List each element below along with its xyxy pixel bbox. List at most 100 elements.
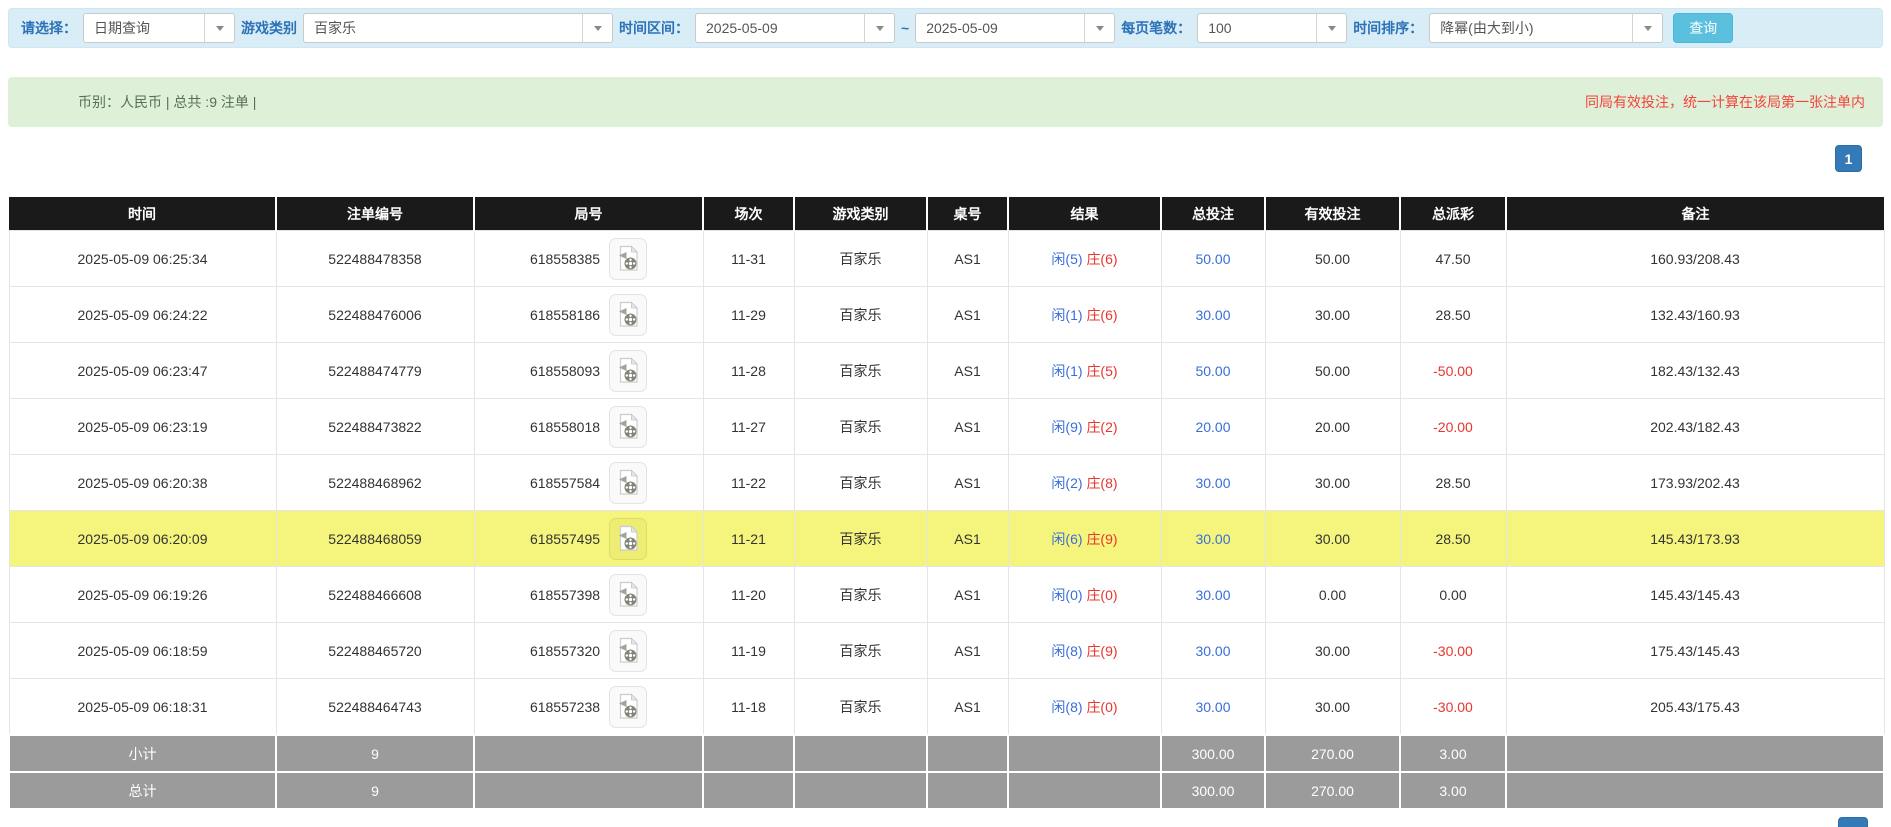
per-page-dropdown-button[interactable] [1316, 14, 1346, 42]
total-bet-link[interactable]: 20.00 [1195, 419, 1230, 435]
bet-id-cell: 522488474779 [276, 343, 474, 399]
result-player: 闲(1) [1051, 307, 1082, 323]
date-from-value[interactable]: 2025-05-09 [696, 14, 864, 42]
result-banker: 庄(0) [1086, 699, 1117, 715]
video-replay-icon[interactable] [609, 686, 647, 728]
video-replay-icon[interactable] [609, 574, 647, 616]
video-replay-icon[interactable] [609, 238, 647, 280]
filter-select-label: 请选择： [21, 18, 77, 38]
total-bet-link[interactable]: 50.00 [1195, 251, 1230, 267]
column-header-payout: 总派彩 [1400, 197, 1506, 231]
summary-alert-bar: 币别：人民币 | 总共 :9 注单 | 同局有效投注，统一计算在该局第一张注单内 [8, 77, 1883, 127]
page-1-button-bottom[interactable]: 1 [1838, 817, 1868, 827]
result-cell: 闲(8) 庄(0) [1008, 679, 1161, 736]
table-row: 2025-05-09 06:20:09522488468059618557495… [9, 511, 1884, 567]
time-cell: 2025-05-09 06:24:22 [9, 287, 276, 343]
chevron-down-icon [594, 26, 602, 31]
query-type-dropdown-button[interactable] [204, 14, 234, 42]
per-page-label: 每页笔数： [1121, 18, 1191, 38]
game-type-cell: 百家乐 [794, 679, 927, 736]
remark-cell: 202.43/182.43 [1506, 399, 1884, 455]
payout-cell: 47.50 [1400, 231, 1506, 287]
valid-bet-cell: 50.00 [1265, 231, 1400, 287]
round-cell: 618557320 [474, 623, 703, 679]
time-cell: 2025-05-09 06:23:19 [9, 399, 276, 455]
video-replay-icon[interactable] [609, 406, 647, 448]
bet-id-cell: 522488466608 [276, 567, 474, 623]
table-no-cell: AS1 [927, 287, 1008, 343]
search-button[interactable]: 查询 [1673, 13, 1733, 43]
total-total-bet: 300.00 [1161, 772, 1265, 809]
remark-cell: 182.43/132.43 [1506, 343, 1884, 399]
round-number: 618557238 [530, 699, 600, 715]
game-type-cell: 百家乐 [794, 399, 927, 455]
total-bet-cell: 50.00 [1161, 343, 1265, 399]
valid-bet-cell: 30.00 [1265, 287, 1400, 343]
table-no-cell: AS1 [927, 455, 1008, 511]
session-cell: 11-29 [703, 287, 794, 343]
total-bet-link[interactable]: 30.00 [1195, 475, 1230, 491]
total-bet-cell: 30.00 [1161, 679, 1265, 736]
table-no-cell: AS1 [927, 623, 1008, 679]
pagination-top: 1 [0, 145, 1862, 172]
filter-toolbar: 请选择： 日期查询 游戏类别 百家乐 时间区间： 2025-05-09 ~ 20… [8, 8, 1883, 48]
date-to-value[interactable]: 2025-05-09 [916, 14, 1084, 42]
session-cell: 11-31 [703, 231, 794, 287]
date-from-dropdown-button[interactable] [864, 14, 894, 42]
total-empty-cell [927, 772, 1008, 809]
time-cell: 2025-05-09 06:20:38 [9, 455, 276, 511]
payout-cell: -50.00 [1400, 343, 1506, 399]
result-player: 闲(0) [1051, 587, 1082, 603]
subtotal-empty-cell [794, 735, 927, 772]
subtotal-row: 小计 9 300.00 270.00 3.00 [9, 735, 1884, 772]
table-no-cell: AS1 [927, 679, 1008, 736]
sort-order-dropdown-button[interactable] [1632, 14, 1662, 42]
total-bet-link[interactable]: 30.00 [1195, 699, 1230, 715]
total-bet-link[interactable]: 50.00 [1195, 363, 1230, 379]
total-bet-link[interactable]: 30.00 [1195, 531, 1230, 547]
column-header-time: 时间 [9, 197, 276, 231]
total-bet-link[interactable]: 30.00 [1195, 587, 1230, 603]
session-cell: 11-21 [703, 511, 794, 567]
bet-records-table: 时间注单编号局号场次游戏类别桌号结果总投注有效投注总派彩备注 2025-05-0… [8, 197, 1885, 810]
result-banker: 庄(9) [1086, 643, 1117, 659]
page-1-button[interactable]: 1 [1835, 145, 1862, 172]
video-replay-icon[interactable] [609, 630, 647, 672]
table-row: 2025-05-09 06:18:31522488464743618557238… [9, 679, 1884, 736]
bet-id-cell: 522488464743 [276, 679, 474, 736]
result-player: 闲(5) [1051, 251, 1082, 267]
game-type-dropdown-button[interactable] [582, 14, 612, 42]
chevron-down-icon [1644, 26, 1652, 31]
video-replay-icon[interactable] [609, 350, 647, 392]
round-cell: 618558186 [474, 287, 703, 343]
sort-order-value[interactable]: 降幂(由大到小) [1430, 14, 1632, 42]
game-type-cell: 百家乐 [794, 343, 927, 399]
sort-order-label: 时间排序： [1353, 18, 1423, 38]
session-cell: 11-27 [703, 399, 794, 455]
subtotal-valid-bet: 270.00 [1265, 735, 1400, 772]
query-type-value[interactable]: 日期查询 [84, 14, 204, 42]
round-cell: 618557238 [474, 679, 703, 736]
video-replay-icon[interactable] [609, 462, 647, 504]
table-row: 2025-05-09 06:20:38522488468962618557584… [9, 455, 1884, 511]
time-cell: 2025-05-09 06:25:34 [9, 231, 276, 287]
round-number: 618558186 [530, 307, 600, 323]
result-cell: 闲(0) 庄(0) [1008, 567, 1161, 623]
total-bet-cell: 30.00 [1161, 623, 1265, 679]
video-replay-icon[interactable] [609, 518, 647, 560]
total-bet-link[interactable]: 30.00 [1195, 643, 1230, 659]
round-cell: 618558093 [474, 343, 703, 399]
result-cell: 闲(8) 庄(9) [1008, 623, 1161, 679]
column-header-round: 局号 [474, 197, 703, 231]
valid-bet-cell: 30.00 [1265, 623, 1400, 679]
per-page-value[interactable]: 100 [1198, 14, 1316, 42]
video-replay-icon[interactable] [609, 294, 647, 336]
result-banker: 庄(0) [1086, 587, 1117, 603]
game-type-cell: 百家乐 [794, 567, 927, 623]
total-bet-link[interactable]: 30.00 [1195, 307, 1230, 323]
remark-cell: 160.93/208.43 [1506, 231, 1884, 287]
game-type-value[interactable]: 百家乐 [304, 14, 582, 42]
column-header-valid-bet: 有效投注 [1265, 197, 1400, 231]
round-cell: 618558018 [474, 399, 703, 455]
date-to-dropdown-button[interactable] [1084, 14, 1114, 42]
